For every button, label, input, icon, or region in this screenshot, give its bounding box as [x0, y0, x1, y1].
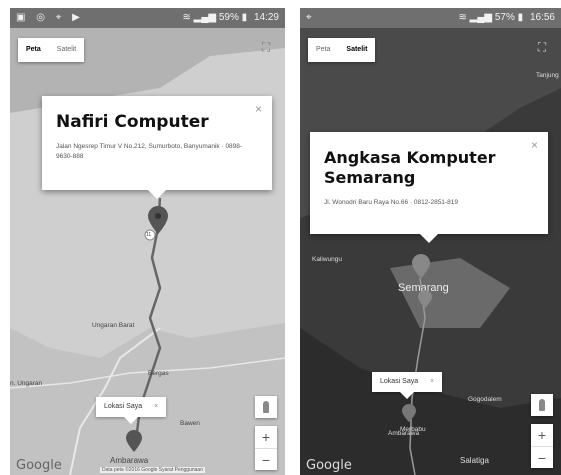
zoom-out-button[interactable]: −	[255, 448, 277, 471]
fullscreen-icon[interactable]: ⛶	[531, 36, 553, 58]
my-location-label[interactable]: Lokasi Saya ×	[372, 372, 443, 399]
map-type-control[interactable]: Peta Satelit	[18, 38, 85, 62]
info-window: × Angkasa Komputer Semarang Jl. Wonodri …	[310, 132, 548, 243]
place-label-tanjung: Tanjung	[536, 72, 559, 79]
signal-icon: ▂▄▆	[193, 12, 217, 23]
battery-percent: 59%	[218, 12, 239, 23]
map-view[interactable]: 11 Peta Satelit ⛶ Se arang × Nafiri Comp…	[10, 28, 285, 475]
street-view-pegman-icon[interactable]	[531, 394, 553, 416]
my-location-marker-icon[interactable]	[402, 404, 416, 422]
close-icon[interactable]: ×	[531, 138, 538, 152]
google-logo: Google	[306, 458, 352, 473]
my-location-marker-icon[interactable]	[126, 430, 142, 452]
map-marker-icon[interactable]	[412, 254, 430, 278]
place-name: Nafiri Computer	[56, 112, 209, 132]
place-address: Jl. Wonodri Baru Raya No.66 · 0812-2851-…	[324, 199, 458, 206]
clock: 16:56	[529, 12, 555, 23]
place-label-salatiga: Salatiga	[460, 456, 489, 465]
close-icon[interactable]: ×	[255, 102, 262, 116]
map-type-control[interactable]: Peta Satelit	[308, 38, 376, 62]
satellite-canvas	[300, 28, 561, 475]
place-label-kaliwungu: Kaliwungu	[312, 256, 342, 263]
place-label-ambarawa: Ambarawa	[110, 456, 149, 465]
map-type-map-button[interactable]: Peta	[18, 38, 49, 62]
info-window-pointer	[148, 190, 166, 199]
wifi-icon: ≋	[458, 12, 467, 23]
info-window-pointer	[420, 234, 438, 243]
status-bar: ⌖ ≋ ▂▄▆ 57% ▮ 16:56	[300, 8, 561, 28]
place-label-bawen: Bawen	[180, 420, 200, 427]
zoom-control: + −	[255, 426, 277, 470]
map-type-map-button[interactable]: Peta	[308, 38, 338, 62]
place-label-ungaran-barat: Ungaran Barat	[92, 322, 135, 329]
my-location-label[interactable]: Lokasi Saya ×	[96, 397, 167, 424]
close-icon[interactable]: ×	[430, 378, 434, 385]
place-label-gogodalem: Gogodalem	[468, 396, 502, 403]
right-phone-screenshot: ⌖ ≋ ▂▄▆ 57% ▮ 16:56 Peta Satelit ⛶ Tanju…	[300, 8, 561, 475]
battery-icon: ▮	[241, 12, 248, 23]
battery-percent: 57%	[494, 12, 515, 23]
zoom-in-button[interactable]: +	[531, 424, 553, 446]
place-name-line-1: Angkasa Komputer	[324, 148, 496, 167]
map-marker-icon[interactable]	[418, 290, 432, 308]
place-label-ungaran: n. Ungaran	[10, 380, 43, 387]
my-location-text: Lokasi Saya	[104, 403, 143, 410]
battery-icon: ▮	[517, 12, 524, 23]
place-name: Angkasa Komputer Semarang	[324, 148, 534, 188]
place-name-line-2: Semarang	[324, 168, 416, 187]
close-icon[interactable]: ×	[154, 403, 158, 410]
street-view-pegman-icon[interactable]	[255, 396, 277, 418]
zoom-control: + −	[531, 424, 553, 468]
place-label-bergas: Bergas	[148, 370, 169, 377]
place-address: Jalan Ngesrep Timur V No.212, Sumurboto,…	[56, 143, 243, 160]
zoom-in-button[interactable]: +	[255, 426, 277, 448]
map-type-satellite-button[interactable]: Satelit	[338, 38, 375, 62]
notification-icons: ▣ ◎ ⌖ ▶	[16, 12, 84, 23]
clock: 14:29	[253, 12, 279, 23]
map-type-satellite-button[interactable]: Satelit	[49, 38, 84, 62]
map-marker-icon[interactable]	[148, 206, 168, 234]
wifi-icon: ≋	[182, 12, 191, 23]
status-bar: ▣ ◎ ⌖ ▶ ≋ ▂▄▆ 59% ▮ 14:29	[10, 8, 285, 28]
place-label-ambarawa: Ambarawa	[388, 430, 420, 437]
info-window: × Nafiri Computer Jalan Ngesrep Timur V …	[42, 96, 272, 199]
pin-icon: ⌖	[306, 12, 316, 23]
my-location-text: Lokasi Saya	[380, 378, 419, 385]
fullscreen-icon[interactable]: ⛶	[255, 36, 277, 58]
left-phone-screenshot: ▣ ◎ ⌖ ▶ ≋ ▂▄▆ 59% ▮ 14:29 11 Peta Sateli…	[10, 8, 285, 475]
satellite-map-view[interactable]: Peta Satelit ⛶ Tanjung × Angkasa Kompute…	[300, 28, 561, 475]
signal-icon: ▂▄▆	[469, 12, 493, 23]
map-attribution[interactable]: Data peta ©2016 Google Syarat Penggunaan	[100, 467, 205, 473]
google-logo: Google	[16, 458, 62, 473]
zoom-out-button[interactable]: −	[531, 446, 553, 469]
